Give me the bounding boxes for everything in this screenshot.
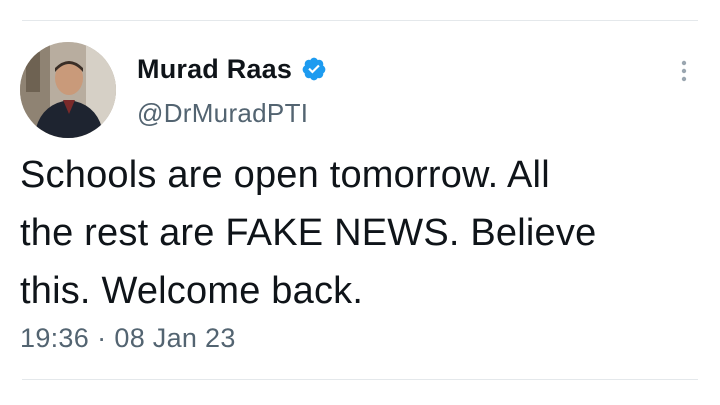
verified-badge-icon: [301, 56, 327, 82]
tweet-date[interactable]: 08 Jan 23: [114, 323, 235, 354]
tweet-time[interactable]: 19:36: [20, 323, 89, 354]
bottom-divider: [22, 379, 698, 380]
tweet-text-line: Schools are open tomorrow. All: [20, 154, 550, 196]
tweet-text: Schools are open tomorrow. All the rest …: [20, 146, 700, 320]
avatar-image: [20, 42, 116, 138]
top-divider: [22, 20, 698, 21]
tweet-text-line: this. Welcome back.: [20, 270, 364, 312]
timestamp-separator: ·: [97, 323, 107, 353]
avatar[interactable]: [20, 42, 116, 138]
tweet-text-line: the rest are FAKE NEWS. Believe: [20, 212, 597, 254]
author-handle[interactable]: @DrMuradPTI: [137, 98, 308, 129]
author-row: Murad Raas: [137, 52, 327, 86]
author-name[interactable]: Murad Raas: [137, 54, 292, 85]
more-options-button[interactable]: [672, 56, 696, 86]
more-vertical-icon: [681, 60, 687, 82]
tweet-card: Murad Raas @DrMuradPTI Schools are open …: [0, 0, 720, 405]
timestamp-row[interactable]: 19:36 · 08 Jan 23: [20, 323, 236, 354]
